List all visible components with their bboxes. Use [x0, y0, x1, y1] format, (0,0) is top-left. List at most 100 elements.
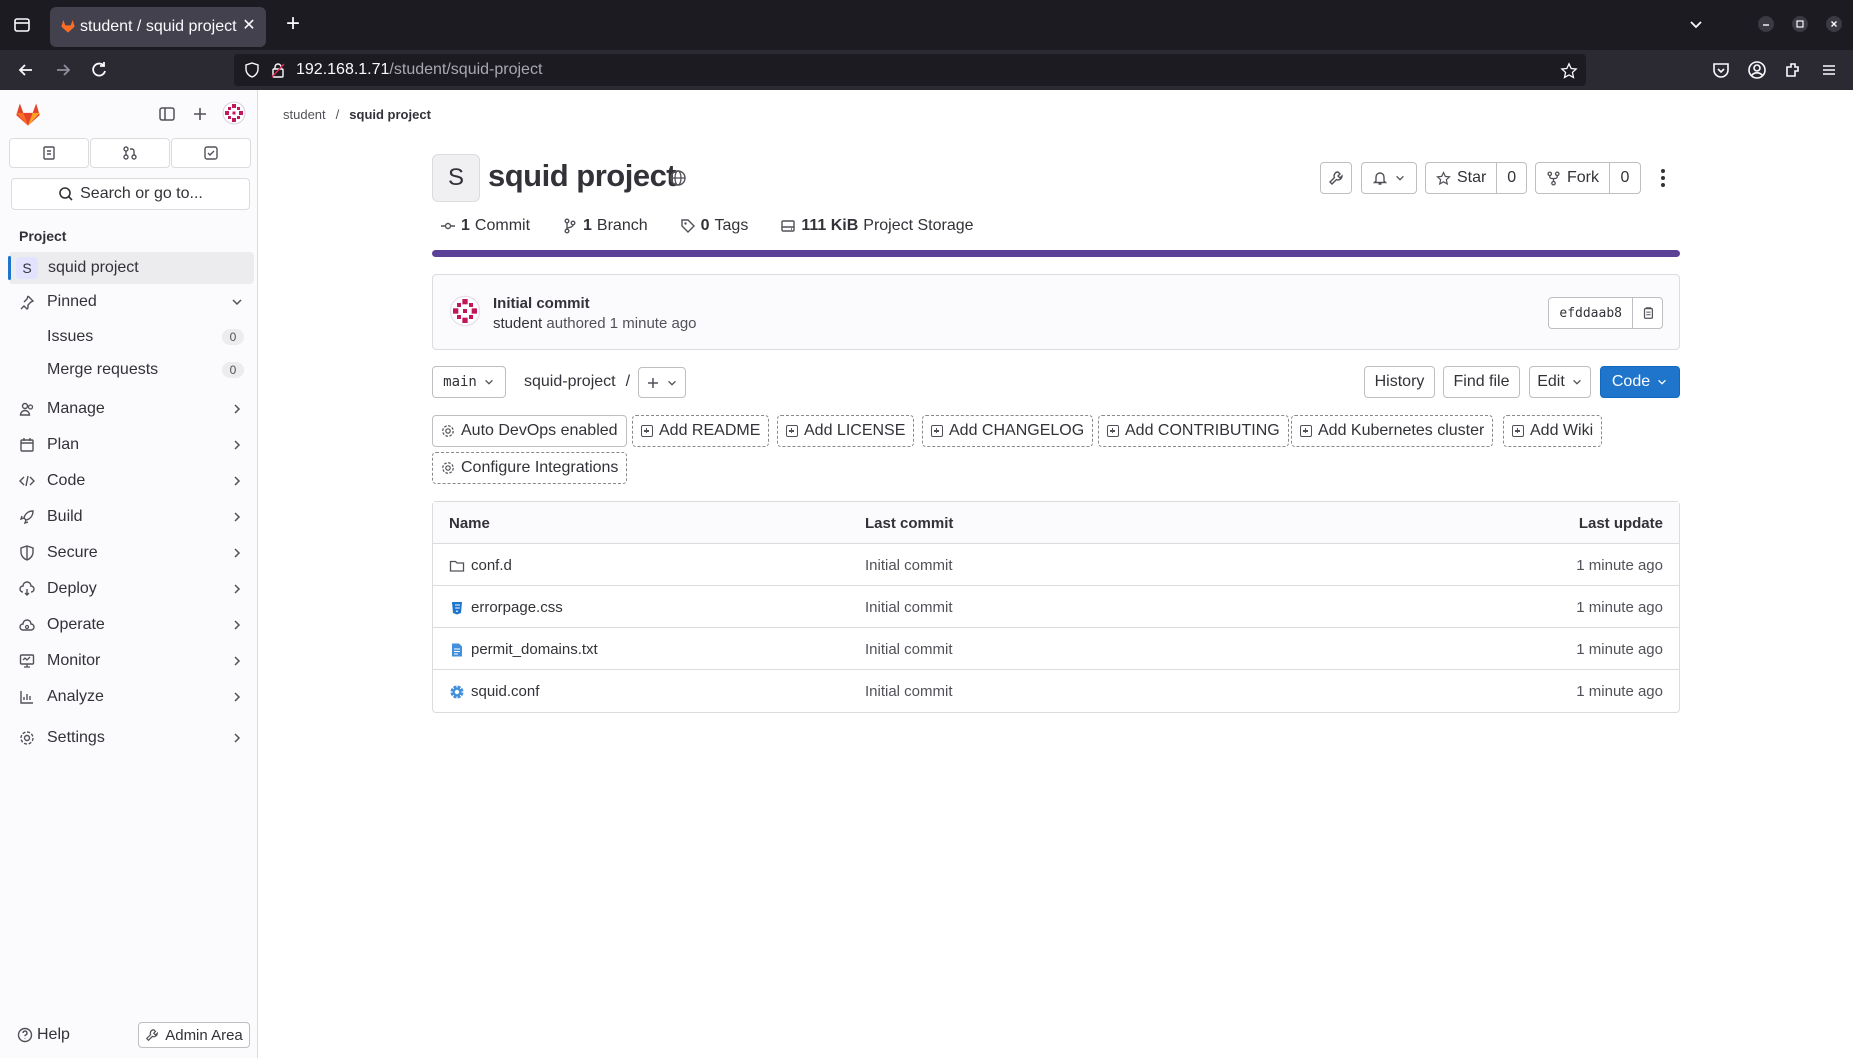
admin-settings-button[interactable] — [1320, 162, 1352, 194]
gitlab-logo-icon[interactable] — [14, 100, 42, 128]
file-name-cell[interactable]: errorpage.css — [449, 599, 563, 616]
add-changelog-button[interactable]: Add CHANGELOG — [922, 415, 1094, 447]
help-icon — [17, 1027, 33, 1043]
assigned-issues-button[interactable] — [9, 138, 89, 168]
sidebar-item-project[interactable]: S squid project — [8, 252, 254, 284]
commit-title[interactable]: Initial commit — [493, 295, 590, 312]
admin-area-button[interactable]: Admin Area — [138, 1022, 250, 1048]
add-license-button[interactable]: Add LICENSE — [777, 415, 915, 447]
file-name-cell[interactable]: conf.d — [449, 557, 512, 574]
auto-devops-label: Auto DevOps enabled — [461, 422, 618, 439]
sidebar-item-issues[interactable]: Issues 0 — [9, 321, 254, 353]
file-last-commit[interactable]: Initial commit — [865, 599, 953, 616]
table-row[interactable]: conf.d Initial commit 1 minute ago — [433, 544, 1679, 586]
sidebar-item-build[interactable]: Build — [9, 501, 254, 533]
close-window-icon[interactable] — [1826, 16, 1842, 32]
tab-overflow-chevron-icon[interactable] — [1688, 16, 1704, 32]
table-row[interactable]: errorpage.css Initial commit 1 minute ag… — [433, 586, 1679, 628]
back-icon[interactable] — [16, 60, 36, 80]
sidebar-item-monitor[interactable]: Monitor — [9, 645, 254, 677]
sidebar-item-manage[interactable]: Manage — [9, 393, 254, 425]
add-contributing-button[interactable]: Add CONTRIBUTING — [1098, 415, 1289, 447]
commit-author-avatar[interactable] — [449, 295, 481, 327]
file-name-cell[interactable]: permit_domains.txt — [449, 641, 598, 658]
edit-dropdown[interactable]: Edit — [1529, 366, 1591, 398]
fork-count[interactable]: 0 — [1609, 163, 1640, 193]
forward-icon[interactable] — [53, 60, 73, 80]
commit-sha[interactable]: efddaab8 — [1549, 298, 1632, 328]
sidebar-item-label: Issues — [47, 328, 94, 345]
sidebar-item-secure[interactable]: Secure — [9, 537, 254, 569]
menu-hamburger-icon[interactable] — [1819, 60, 1839, 80]
create-new-icon[interactable] — [188, 102, 212, 126]
todo-list-button[interactable] — [171, 138, 251, 168]
help-button[interactable]: Help — [17, 1026, 70, 1044]
table-row[interactable]: permit_domains.txt Initial commit 1 minu… — [433, 628, 1679, 670]
table-row[interactable]: squid.conf Initial commit 1 minute ago — [433, 670, 1679, 712]
plus-square-icon — [1300, 425, 1312, 437]
pocket-icon[interactable] — [1711, 60, 1731, 80]
configure-integrations-button[interactable]: Configure Integrations — [432, 452, 628, 484]
add-readme-button[interactable]: Add README — [632, 415, 770, 447]
breadcrumb-root[interactable]: student — [283, 107, 326, 122]
add-wiki-button[interactable]: Add Wiki — [1503, 415, 1603, 447]
tab-list-icon[interactable] — [12, 15, 32, 35]
user-avatar[interactable] — [222, 101, 246, 125]
sidebar-item-operate[interactable]: Operate — [9, 609, 254, 641]
search-button[interactable]: Search or go to... — [11, 178, 250, 210]
merge-requests-button[interactable] — [90, 138, 170, 168]
insecure-lock-icon[interactable] — [270, 62, 286, 78]
branch-switcher[interactable]: main — [432, 366, 506, 398]
commit-author[interactable]: student — [493, 315, 542, 332]
sidebar-pinned-toggle[interactable]: Pinned — [9, 286, 254, 318]
new-tab-icon[interactable]: + — [282, 12, 304, 36]
minimize-icon[interactable] — [1758, 16, 1774, 32]
sidebar-item-plan[interactable]: Plan — [9, 429, 254, 461]
tab-close-icon[interactable]: ✕ — [240, 17, 258, 35]
sidebar-item-label: Manage — [47, 400, 105, 417]
file-name[interactable]: errorpage.css — [471, 599, 563, 616]
maximize-icon[interactable] — [1792, 16, 1808, 32]
stat-tags[interactable]: 0 Tags — [680, 217, 748, 235]
repo-path-root[interactable]: squid-project — [524, 373, 616, 391]
account-icon[interactable] — [1747, 60, 1767, 80]
shield-tracking-icon[interactable] — [244, 62, 260, 78]
code-dropdown[interactable]: Code — [1600, 366, 1680, 398]
file-last-commit[interactable]: Initial commit — [865, 683, 953, 700]
file-name[interactable]: conf.d — [471, 557, 512, 574]
address-bar[interactable]: 192.168.1.71/student/squid-project — [234, 54, 1586, 86]
stat-storage[interactable]: 111 KiB Project Storage — [780, 217, 974, 235]
find-file-button[interactable]: Find file — [1443, 366, 1520, 398]
fork-button[interactable]: Fork — [1536, 163, 1609, 193]
add-kubernetes-button[interactable]: Add Kubernetes cluster — [1291, 415, 1494, 447]
history-button[interactable]: History — [1364, 366, 1435, 398]
sidebar-item-settings[interactable]: Settings — [9, 722, 254, 754]
auto-devops-button[interactable]: Auto DevOps enabled — [432, 415, 627, 447]
file-name-cell[interactable]: squid.conf — [449, 683, 539, 700]
bookmark-star-icon[interactable] — [1560, 62, 1578, 80]
copy-sha-button[interactable] — [1632, 298, 1662, 328]
file-name[interactable]: squid.conf — [471, 683, 539, 700]
more-actions-icon[interactable] — [1656, 166, 1670, 190]
sidebar-item-analyze[interactable]: Analyze — [9, 681, 254, 713]
stat-commits[interactable]: 1 Commit — [440, 217, 530, 235]
star-button[interactable]: Star — [1426, 163, 1496, 193]
stat-branches[interactable]: 1 Branch — [562, 217, 648, 235]
browser-tab[interactable]: student / squid project · GitLab ✕ — [50, 7, 266, 47]
sidebar-item-deploy[interactable]: Deploy — [9, 573, 254, 605]
sidebar-item-label: Pinned — [47, 293, 97, 310]
add-to-tree-dropdown[interactable] — [638, 367, 686, 398]
breadcrumb-current[interactable]: squid project — [349, 107, 431, 122]
notifications-dropdown[interactable] — [1361, 162, 1417, 194]
sidebar-item-code[interactable]: Code — [9, 465, 254, 497]
file-last-commit[interactable]: Initial commit — [865, 557, 953, 574]
extensions-icon[interactable] — [1783, 60, 1803, 80]
file-last-commit[interactable]: Initial commit — [865, 641, 953, 658]
url-path: /student/squid-project — [389, 61, 543, 78]
sidebar-item-merge-requests[interactable]: Merge requests 0 — [9, 354, 254, 386]
toggle-sidebar-icon[interactable] — [155, 102, 179, 126]
star-count[interactable]: 0 — [1496, 163, 1526, 193]
reload-icon[interactable] — [89, 60, 109, 80]
sidebar-header — [0, 90, 258, 138]
file-name[interactable]: permit_domains.txt — [471, 641, 598, 658]
